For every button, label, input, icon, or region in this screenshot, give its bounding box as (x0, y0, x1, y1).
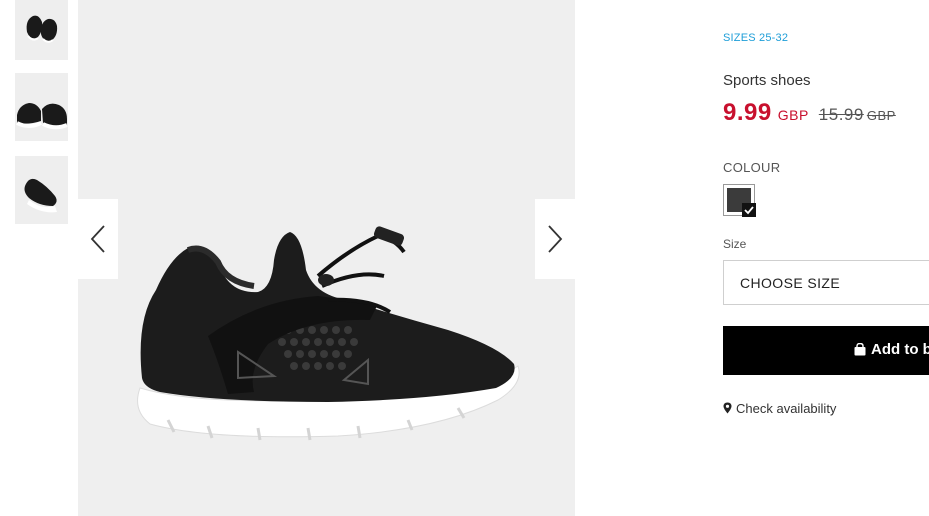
map-pin-icon (723, 402, 732, 414)
size-select-value: CHOOSE SIZE (740, 275, 841, 291)
chevron-right-icon (548, 225, 563, 253)
thumbnail-3[interactable] (15, 156, 68, 224)
colour-label: COLOUR (723, 160, 781, 175)
shopping-bag-icon (854, 343, 866, 356)
old-price-currency: GBP (866, 108, 896, 123)
add-to-bag-label: Add to bag (871, 341, 929, 358)
size-select[interactable]: CHOOSE SIZE (723, 260, 929, 305)
chevron-left-icon (90, 225, 105, 253)
current-price-currency: GBP (777, 107, 809, 123)
add-to-bag-button[interactable]: Add to bag (723, 326, 929, 375)
colour-swatch-black[interactable] (723, 184, 756, 217)
prev-image-button[interactable] (78, 199, 118, 279)
sizes-link[interactable]: SIZES 25-32 (723, 32, 788, 44)
price-row: 9.99 GBP 15.99 GBP (723, 99, 896, 127)
check-availability-link[interactable]: Check availability (723, 401, 836, 416)
size-label: Size (723, 237, 747, 251)
thumbnail-2[interactable] (15, 73, 68, 141)
checkmark-icon (742, 203, 756, 217)
current-price: 9.99 (723, 99, 772, 126)
check-availability-label: Check availability (736, 401, 837, 416)
next-image-button[interactable] (535, 199, 575, 279)
product-name: Sports shoes (723, 72, 811, 89)
sports-shoe-image (78, 0, 575, 516)
thumbnail-1[interactable] (15, 0, 68, 60)
old-price: 15.99 (818, 105, 864, 124)
main-product-image (78, 0, 575, 516)
